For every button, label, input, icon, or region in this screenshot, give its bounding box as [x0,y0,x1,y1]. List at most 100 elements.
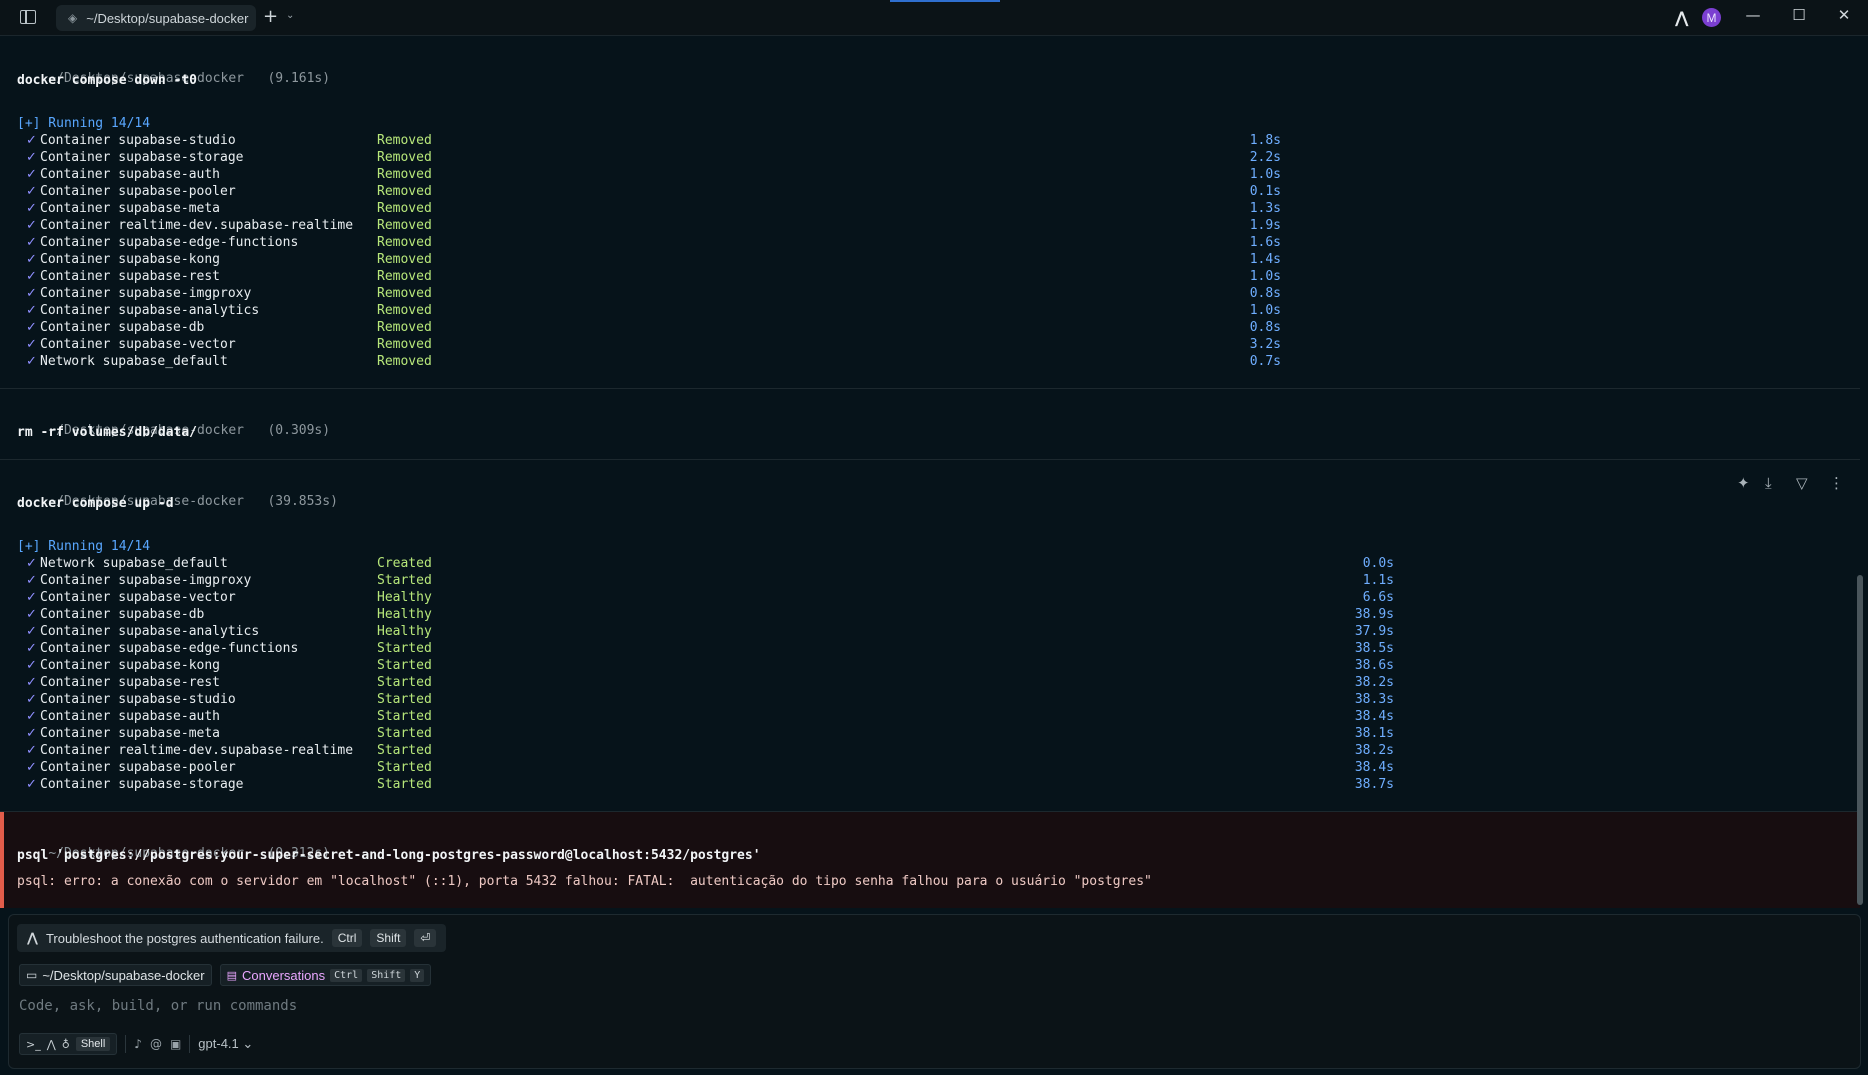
filter-icon[interactable]: ▽ [1796,474,1808,492]
resource-status: Removed [377,133,432,148]
resource-time: 3.2s [1249,337,1281,352]
agent-mode-icon[interactable]: ⋀ [47,1038,56,1051]
resource-name: Container supabase-imgproxy [40,573,252,588]
scrollbar[interactable] [1857,575,1863,905]
context-chips: ▭ ~/Desktop/supabase-docker ▤ Conversati… [19,964,432,986]
resource-name: Container supabase-rest [40,269,221,284]
resource-time: 0.1s [1249,184,1281,199]
sidebar-toggle-icon[interactable] [20,10,36,24]
resource-time: 1.0s [1249,303,1281,318]
resource-name: Container supabase-edge-functions [40,641,299,656]
more-options-icon[interactable]: ⋮ [1829,474,1844,492]
mode-selector[interactable]: >_ ⋀ ♁ Shell [19,1033,118,1055]
check-icon: ✓ [26,573,37,588]
running-status: [+] Running 14/14 [17,539,151,554]
resource-time: 1.8s [1249,133,1281,148]
terminal-tab-icon: ◈ [68,11,78,25]
check-icon: ✓ [26,269,37,284]
resource-name: Container realtime-dev.supabase-realtime [40,743,354,758]
output-row: ✓ Container supabase-studio Started 38.3s [26,691,1526,708]
output-row: ✓ Container supabase-meta Removed 1.3s [26,200,1526,217]
shell-mode-button[interactable]: Shell [75,1037,111,1051]
resource-status: Removed [377,218,432,233]
directory-label: ~/Desktop/supabase-docker [42,967,205,983]
check-icon: ✓ [26,624,37,639]
resource-name: Container supabase-rest [40,675,221,690]
check-icon: ✓ [26,556,37,571]
output-row: ✓ Container supabase-imgproxy Started 1.1s [26,572,1526,589]
output-row: ✓ Container supabase-rest Started 38.2s [26,674,1526,691]
tab-supabase-docker[interactable]: ◈ ~/Desktop/supabase-docker [56,5,256,31]
resource-status: Removed [377,354,432,369]
agent-icon: ⋀ [27,930,38,946]
check-icon: ✓ [26,692,37,707]
resource-name: Container supabase-vector [40,337,236,352]
agent-icon[interactable]: ⋀ [1675,8,1688,27]
shortcut-key: Shift [370,929,407,947]
resource-status: Removed [377,320,432,335]
check-icon: ✓ [26,320,37,335]
resource-time: 38.9s [1354,607,1394,622]
check-icon: ✓ [26,607,37,622]
shortcut-key: Shift [367,968,406,982]
command-block-compose-down[interactable]: ~/Desktop/supabase-docker (9.161s) docke… [0,37,1860,389]
avatar[interactable]: M [1702,8,1721,27]
check-icon: ✓ [26,675,37,690]
output-row: ✓ Container supabase-vector Removed 3.2s [26,336,1526,353]
command-block-psql-error[interactable]: ~/Desktop/supabase-docker (0.312s) psql … [0,812,1860,908]
command-block-rm[interactable]: ~/Desktop/supabase-docker (0.309s) rm -r… [0,389,1860,460]
resource-name: Container supabase-analytics [40,303,260,318]
check-icon: ✓ [26,286,37,301]
resource-time: 1.9s [1249,218,1281,233]
minimize-button[interactable]: — [1741,6,1765,24]
shortcut-key: ⏎ [414,929,437,947]
resource-status: Started [377,641,432,656]
resource-time: 37.9s [1354,624,1394,639]
resource-status: Started [377,692,432,707]
block-duration: (9.161s) [267,71,331,86]
resource-time: 0.0s [1362,556,1394,571]
resource-status: Removed [377,269,432,284]
resource-name: Container supabase-studio [40,692,236,707]
resource-time: 38.4s [1354,709,1394,724]
pin-icon[interactable]: ✦ [1737,474,1750,492]
check-icon: ✓ [26,184,37,199]
close-button[interactable]: ✕ [1832,6,1856,24]
maximize-button[interactable]: ☐ [1787,6,1811,24]
directory-chip[interactable]: ▭ ~/Desktop/supabase-docker [19,964,212,986]
microphone-icon[interactable]: ♪ [134,1037,142,1051]
resource-time: 0.7s [1249,354,1281,369]
image-icon[interactable]: ▣ [170,1037,181,1051]
resource-time: 2.2s [1249,150,1281,165]
resource-status: Started [377,743,432,758]
output-row: ✓ Network supabase_default Created 0.0s [26,555,1526,572]
output-row: ✓ Container supabase-analytics Removed 1.0s [26,302,1526,319]
resource-status: Removed [377,150,432,165]
command-text: rm -rf volumes/db/data/ [17,425,198,440]
resource-status: Started [377,760,432,775]
resource-name: Container supabase-analytics [40,624,260,639]
suggestion-chip[interactable]: ⋀ Troubleshoot the postgres authenticati… [17,924,447,952]
chevron-down-icon[interactable]: ⌄ [286,10,294,21]
resource-status: Healthy [377,607,432,622]
download-icon[interactable]: ⤓ [1765,474,1772,492]
at-mention-icon[interactable]: @ [150,1037,162,1051]
lightbulb-icon[interactable]: ♁ [62,1038,70,1051]
command-input[interactable]: Code, ask, build, or run commands [19,998,297,1014]
check-icon: ✓ [26,590,37,605]
command-block-compose-up[interactable]: ~/Desktop/supabase-docker (39.853s) dock… [0,460,1860,812]
terminal-mode-icon[interactable]: >_ [26,1038,41,1051]
shortcut-key: Ctrl [331,929,363,947]
resource-name: Container supabase-pooler [40,184,236,199]
resource-status: Removed [377,252,432,267]
new-tab-button[interactable]: + [263,6,278,27]
model-selector[interactable]: gpt-4.1 ⌄ [198,1036,253,1052]
check-icon: ✓ [26,760,37,775]
resource-status: Started [377,709,432,724]
conversations-chip[interactable]: ▤ Conversations Ctrl Shift Y [219,964,432,986]
resource-name: Container supabase-meta [40,726,221,741]
resource-time: 1.6s [1249,235,1281,250]
command-text: psql 'postgres://postgres:your-super-sec… [17,848,761,863]
resource-name: Container realtime-dev.supabase-realtime [40,218,354,233]
output-row: ✓ Container supabase-storage Started 38.7s [26,776,1526,793]
